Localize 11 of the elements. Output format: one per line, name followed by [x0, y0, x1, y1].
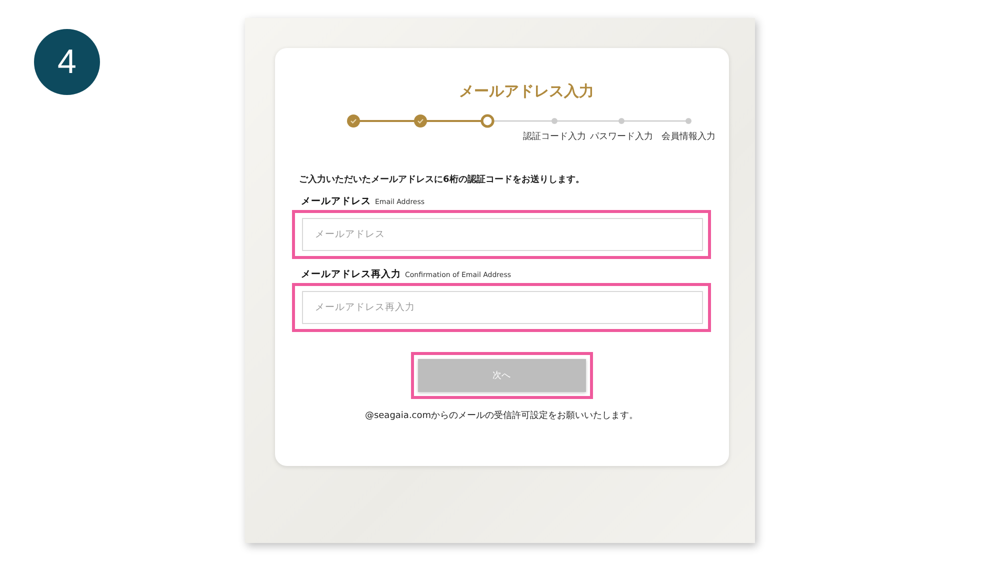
field-label: メールアドレス — [301, 195, 371, 208]
email-input-field[interactable]: メールアドレス再入力 — [302, 291, 703, 324]
email-input-field[interactable]: メールアドレス — [302, 218, 703, 251]
step-label: 認証コード入力 — [523, 130, 586, 143]
note-text: @seagaia.comからのメールの受信許可設定をお願いいたします。 — [364, 410, 638, 422]
intro-text: ご入力いただいたメールアドレスに6桁の認証コードをお送りします。 — [299, 173, 586, 186]
step-number-badge: 4 — [34, 29, 100, 95]
step-label: パスワード入力 — [590, 130, 653, 143]
page-title: メールアドレス入力 — [459, 82, 594, 101]
field-label: メールアドレス再入力 — [301, 268, 401, 281]
step-label: 会員情報入力 — [662, 130, 716, 143]
